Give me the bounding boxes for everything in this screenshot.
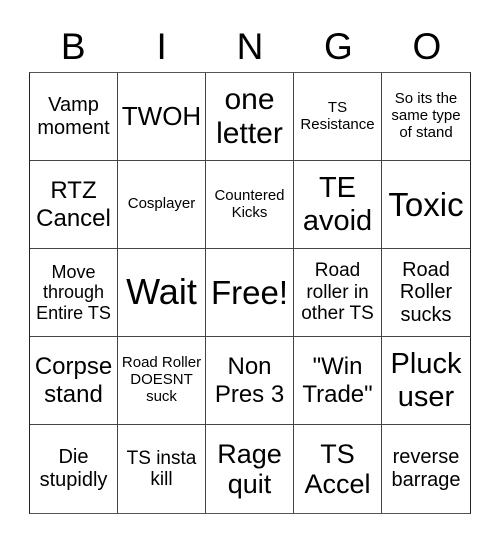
bingo-cell[interactable]: Wait: [118, 249, 206, 337]
bingo-cell[interactable]: Road Roller DOESNT suck: [118, 337, 206, 425]
header-letter-b: B: [60, 26, 86, 67]
bingo-cell[interactable]: Toxic: [382, 161, 470, 249]
header-letter-i: I: [156, 26, 167, 67]
bingo-cell[interactable]: TS Resistance: [294, 73, 382, 161]
bingo-cell[interactable]: Road roller in other TS: [294, 249, 382, 337]
bingo-cell[interactable]: TWOH: [118, 73, 206, 161]
bingo-cell[interactable]: Non Pres 3: [206, 337, 294, 425]
bingo-cell[interactable]: So its the same type of stand: [382, 73, 470, 161]
header-letter-n: N: [236, 26, 264, 67]
bingo-cell[interactable]: Free!: [206, 249, 294, 337]
bingo-cell[interactable]: Die stupidly: [30, 425, 118, 513]
bingo-cell[interactable]: Move through Entire TS: [30, 249, 118, 337]
bingo-cell[interactable]: Road Roller sucks: [382, 249, 470, 337]
bingo-cell[interactable]: reverse barrage: [382, 425, 470, 513]
header-letter-g: G: [324, 26, 353, 67]
bingo-cell[interactable]: Pluck user: [382, 337, 470, 425]
bingo-cell[interactable]: Cosplayer: [118, 161, 206, 249]
bingo-cell[interactable]: TS Accel: [294, 425, 382, 513]
bingo-cell[interactable]: one letter: [206, 73, 294, 161]
bingo-cell[interactable]: RTZ Cancel: [30, 161, 118, 249]
bingo-cell[interactable]: Vamp moment: [30, 73, 118, 161]
bingo-cell[interactable]: TE avoid: [294, 161, 382, 249]
bingo-cell[interactable]: TS insta kill: [118, 425, 206, 513]
header-letter-o: O: [412, 26, 442, 67]
bingo-cell[interactable]: Countered Kicks: [206, 161, 294, 249]
bingo-cell[interactable]: "Win Trade": [294, 337, 382, 425]
bingo-grid: Vamp moment TWOH one letter TS Resistanc…: [29, 72, 471, 514]
bingo-cell[interactable]: Corpse stand: [30, 337, 118, 425]
bingo-header: B I N G O: [29, 22, 471, 72]
bingo-cell[interactable]: Rage quit: [206, 425, 294, 513]
